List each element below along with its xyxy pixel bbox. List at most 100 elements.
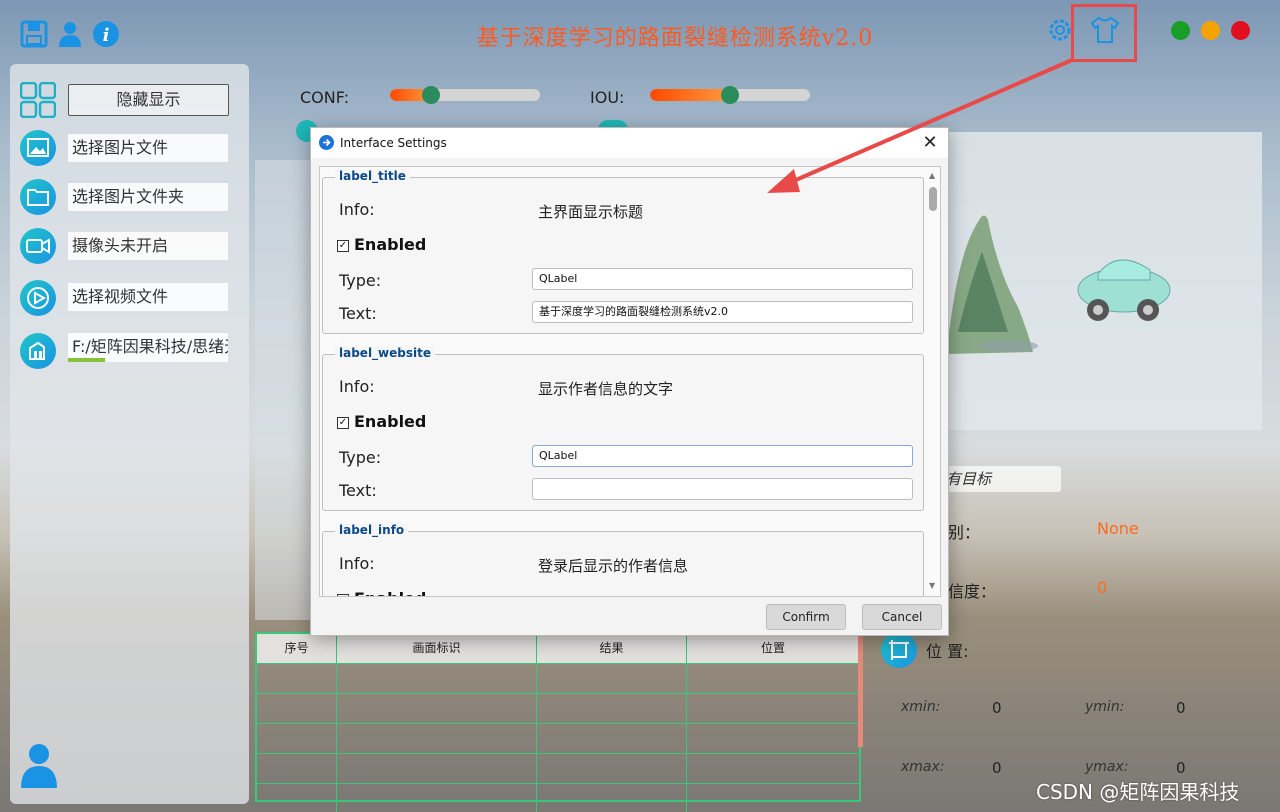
enabled-checkbox[interactable]: ✓	[337, 240, 349, 252]
table-row[interactable]	[257, 664, 859, 694]
table-cell	[537, 694, 687, 723]
select-image-button[interactable]: 选择图片文件	[68, 134, 228, 162]
table-row[interactable]	[257, 754, 859, 784]
table-cell	[687, 754, 859, 783]
info-icon[interactable]: i	[92, 20, 120, 48]
group-title: label_info	[335, 523, 409, 537]
info-label: Info:	[339, 377, 375, 396]
result-image-view	[948, 132, 1262, 430]
select-folder-button[interactable]: 选择图片文件夹	[68, 183, 228, 211]
model-progress	[68, 358, 105, 362]
sidebar	[10, 64, 249, 804]
enabled-label[interactable]: Enabled	[354, 412, 426, 431]
table-cell	[337, 724, 537, 753]
folder-icon	[20, 179, 56, 215]
ymin-value: 0	[1176, 699, 1186, 717]
class-label: 别：	[948, 523, 981, 542]
iou-slider-handle[interactable]	[721, 86, 739, 104]
dialog-titlebar: Interface Settings ✕	[311, 128, 948, 158]
confidence-label: 信度：	[948, 582, 997, 601]
camera-button[interactable]: 摄像头未开启	[68, 232, 228, 260]
scroll-down-icon[interactable]: ▼	[929, 581, 935, 590]
conf-label: CONF:	[300, 88, 350, 107]
table-header: 位置	[760, 641, 785, 655]
dialog-scrollbar[interactable]: ▲ ▼	[928, 171, 938, 591]
group-title: label_website	[335, 346, 435, 360]
iou-label: IOU:	[590, 88, 625, 107]
settings-scroll-area[interactable]: label_title Info: 主界面显示标题 ✓ Enabled Type…	[319, 166, 941, 597]
table-cell	[537, 784, 687, 812]
table-cell	[257, 724, 337, 753]
image-icon	[20, 130, 56, 166]
type-input[interactable]: QLabel	[532, 445, 913, 467]
play-icon	[20, 280, 56, 316]
cancel-button[interactable]: Cancel	[862, 604, 942, 630]
gear-icon[interactable]	[1046, 16, 1074, 44]
type-input[interactable]: QLabel	[532, 268, 913, 290]
table-cell	[687, 784, 859, 812]
settings-dialog: Interface Settings ✕ label_title Info: 主…	[310, 127, 949, 636]
iou-slider-fill	[650, 89, 730, 101]
enabled-label[interactable]: Enabled	[354, 589, 426, 596]
table-cell	[687, 724, 859, 753]
table-cell	[257, 754, 337, 783]
minimize-button[interactable]	[1201, 21, 1220, 40]
xmax-label: xmax:	[901, 759, 945, 775]
confidence-value: 0	[1097, 578, 1108, 597]
user-icon[interactable]	[56, 20, 84, 48]
group-label-title: label_title Info: 主界面显示标题 ✓ Enabled Type…	[322, 169, 924, 334]
text-input[interactable]: 基于深度学习的路面裂缝检测系统v2.0	[532, 301, 913, 323]
type-label: Type:	[339, 271, 382, 290]
type-label: Type:	[339, 448, 382, 467]
confirm-button[interactable]: Confirm	[766, 604, 846, 630]
target-select[interactable]: 有目标	[940, 466, 1061, 492]
enabled-label[interactable]: Enabled	[354, 235, 426, 254]
table-row[interactable]	[257, 724, 859, 754]
table-cell	[337, 664, 537, 693]
grid-icon	[19, 81, 57, 119]
table-cell	[257, 664, 337, 693]
table-header: 序号	[257, 634, 337, 663]
svg-text:i: i	[103, 25, 110, 46]
ymin-label: ymin:	[1085, 699, 1125, 715]
group-label-info: label_info Info: 登录后显示的作者信息 ✓ Enabled	[322, 523, 924, 596]
dialog-title: Interface Settings	[340, 136, 447, 150]
table-cell	[337, 754, 537, 783]
conf-slider[interactable]	[390, 89, 540, 101]
enabled-checkbox[interactable]: ✓	[337, 594, 349, 596]
scroll-up-icon[interactable]: ▲	[929, 171, 935, 180]
table-cell	[537, 754, 687, 783]
info-value: 登录后显示的作者信息	[538, 557, 689, 575]
table-cell	[687, 694, 859, 723]
xmax-value: 0	[992, 759, 1002, 777]
table-header: 结果	[537, 634, 687, 663]
select-video-button[interactable]: 选择视频文件	[68, 283, 228, 311]
table-cell	[337, 694, 537, 723]
highlight-box	[1071, 4, 1137, 62]
info-value: 显示作者信息的文字	[538, 380, 674, 398]
table-row[interactable]	[257, 784, 859, 812]
close-button[interactable]	[1231, 21, 1250, 40]
original-image-view	[255, 160, 310, 620]
app-title: 基于深度学习的路面裂缝检测系统v2.0	[476, 26, 874, 51]
conf-slider-handle[interactable]	[421, 86, 440, 104]
position-label: 位 置:	[926, 642, 969, 661]
maximize-button[interactable]	[1171, 21, 1190, 40]
table-scroll-indicator	[858, 632, 863, 747]
close-icon[interactable]: ✕	[920, 132, 940, 153]
table-row[interactable]	[257, 694, 859, 724]
table-cell	[257, 784, 337, 812]
illustration-image	[948, 215, 1171, 354]
save-icon[interactable]	[20, 20, 48, 48]
avatar[interactable]	[19, 742, 59, 788]
model-icon	[20, 333, 56, 369]
table-cell	[537, 664, 687, 693]
xmin-label: xmin:	[901, 699, 941, 715]
table-header-row: 序号 画面标识 结果 位置	[257, 634, 859, 664]
scrollbar-thumb[interactable]	[929, 187, 937, 211]
watermark: CSDN @矩阵因果科技	[1036, 780, 1240, 804]
hide-display-button[interactable]: 隐藏显示	[68, 84, 229, 116]
enabled-checkbox[interactable]: ✓	[337, 417, 349, 429]
text-input[interactable]	[532, 478, 913, 500]
camera-icon	[20, 228, 56, 264]
